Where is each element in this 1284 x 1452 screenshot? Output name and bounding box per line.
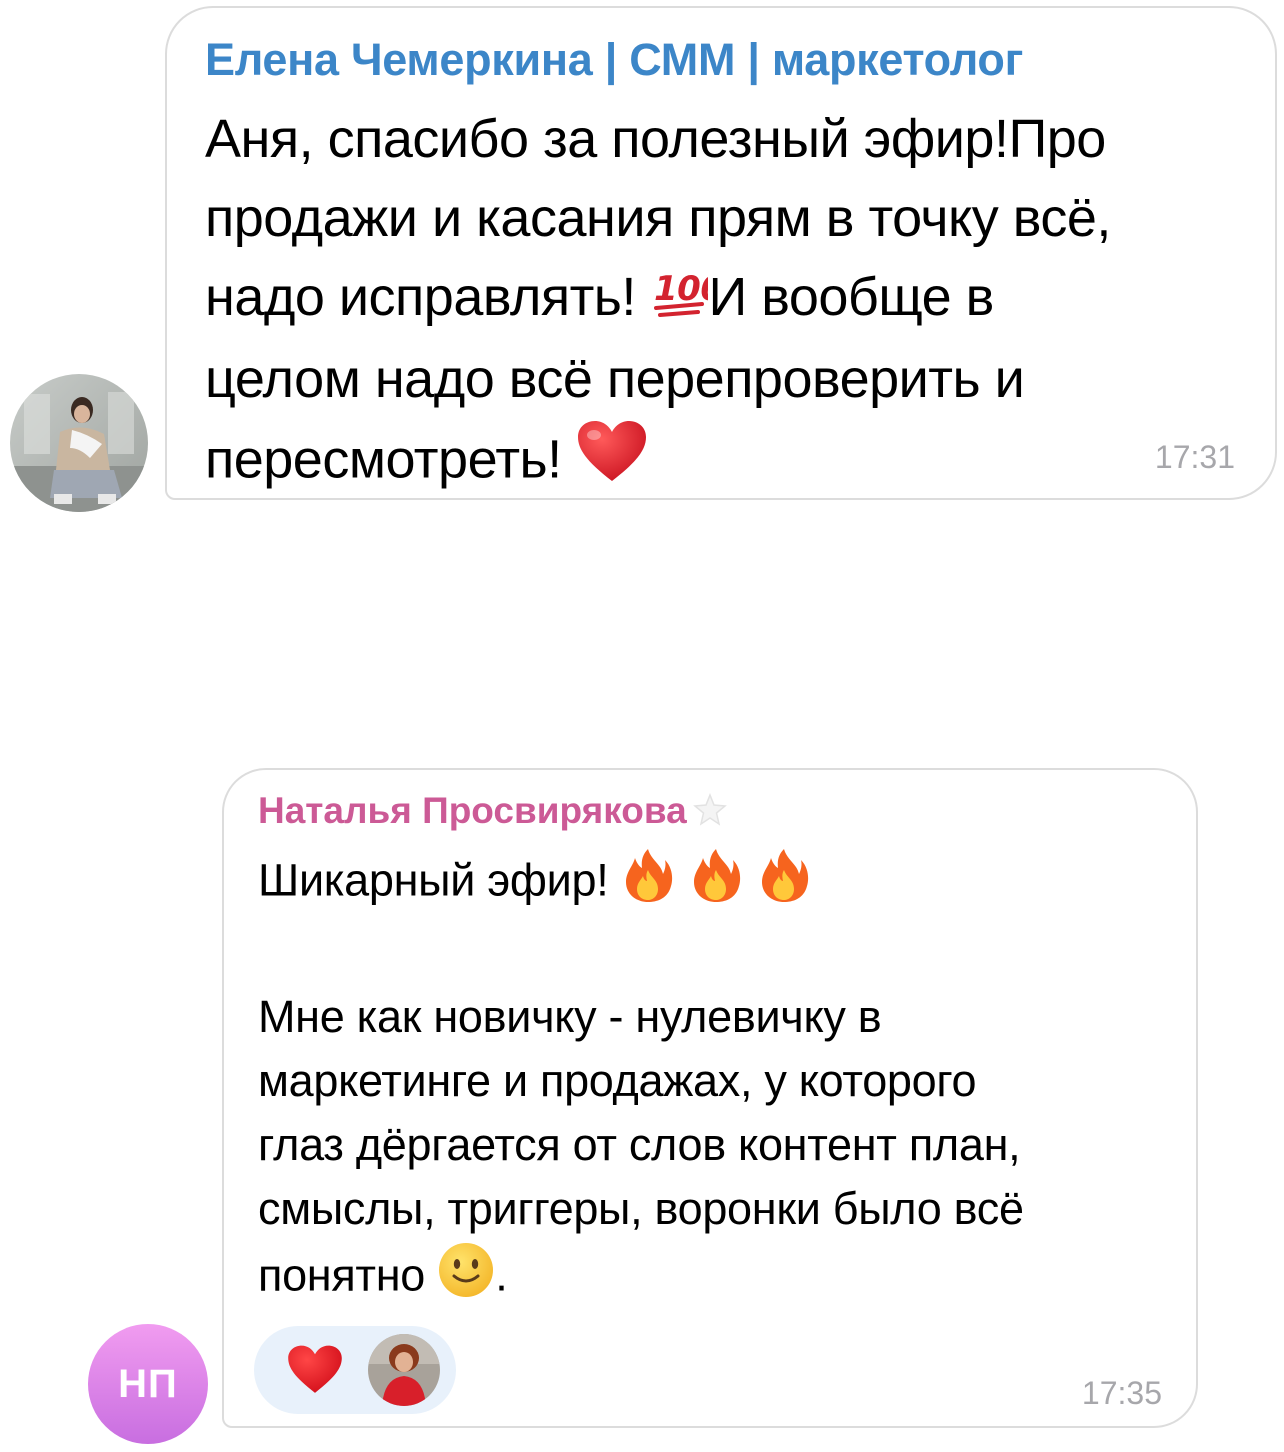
message-line: надо исправлять! 100 И вообще в [205, 258, 1265, 340]
message-text: Аня, спасибо за полезный эфир!Про продаж… [205, 100, 1265, 507]
message-time: 17:31 [1154, 439, 1235, 475]
fire-icon [757, 846, 811, 921]
message-line-part: понятно [258, 1249, 438, 1301]
message-line-part: надо исправлять! [205, 267, 651, 327]
message-line-part: пересмотреть! [205, 429, 577, 490]
red-heart-icon [576, 419, 648, 507]
message-line: пересмотреть! [205, 419, 1265, 507]
fire-icon [689, 846, 743, 921]
message-line-part: И вообще в [708, 267, 994, 327]
sender-name[interactable]: Елена Чемеркина | СММ | маркетолог [205, 34, 1023, 86]
message-line: понятно . [258, 1241, 1178, 1316]
message-line: продажи и касания прям в точку всё, [205, 188, 1111, 248]
fire-icon [621, 846, 675, 921]
sender-name-text: Наталья Просвирякова [258, 790, 687, 831]
sender-name[interactable]: Наталья Просвирякова [258, 790, 727, 832]
message-line-part: . [495, 1249, 508, 1301]
message-time: 17:35 [1081, 1375, 1162, 1411]
message-text: Шикарный эфир! Мне как новичку - нулевич… [258, 846, 1178, 1316]
message-line [258, 921, 1178, 985]
message-line: маркетинге и продажах, у которого [258, 1055, 977, 1106]
message-line: целом надо всё перепроверить и [205, 349, 1025, 410]
message-bubble[interactable]: Наталья Просвирякова Шикарный эфир! Мне … [222, 768, 1198, 1428]
message-line: смыслы, триггеры, воронки было всё [258, 1183, 1024, 1234]
message-line: Шикарный эфир! [258, 846, 1178, 921]
message-bubble[interactable]: Елена Чемеркина | СММ | маркетолог Аня, … [165, 6, 1277, 500]
slightly-smiling-face-icon [437, 1241, 495, 1316]
avatar-photo-icon [10, 374, 148, 512]
avatar-photo-icon [368, 1334, 440, 1406]
hundred-points-icon: 100 [650, 261, 724, 340]
avatar-initials: НП [118, 1361, 178, 1406]
message-line: Аня, спасибо за полезный эфир!Про [205, 109, 1106, 169]
message-line: глаз дёргается от слов контент план, [258, 1119, 1021, 1170]
message-line: Мне как новичку - нулевичку в [258, 991, 882, 1042]
reaction-pill[interactable] [254, 1326, 456, 1414]
sender-avatar-natalya[interactable]: НП [88, 1324, 208, 1444]
sender-avatar-elena[interactable] [10, 374, 148, 512]
reactor-avatar[interactable] [368, 1334, 440, 1406]
red-heart-icon [286, 1344, 344, 1396]
star-icon [692, 792, 727, 827]
message-line-part: Шикарный эфир! [258, 854, 621, 906]
